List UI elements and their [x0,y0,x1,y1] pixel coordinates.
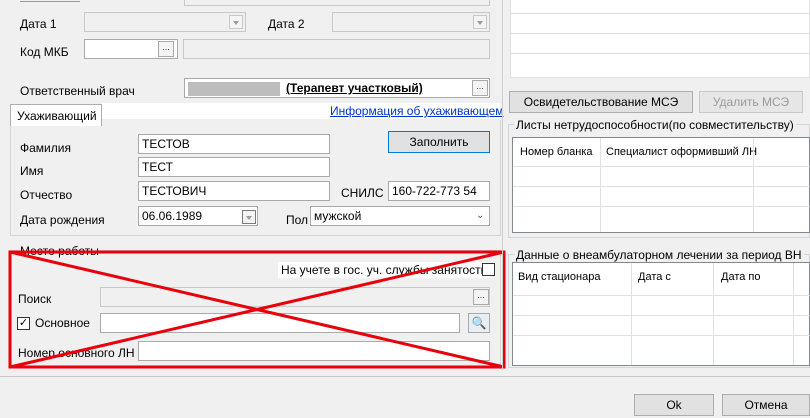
main-ln-label: Номер основного ЛН [18,346,135,360]
doctor-value: (Терапевт участковый) [286,81,423,95]
footer-divider [0,376,810,377]
main-label: Основное [35,316,90,330]
mse-exam-button[interactable]: Освидетельствование МСЭ [509,91,693,113]
patronymic-input[interactable]: ТЕСТОВИЧ [138,181,330,201]
tab-caregiver[interactable]: Ухаживающий [10,104,102,126]
date1-input[interactable] [84,12,246,32]
mkb-label: Код МКБ [20,45,69,59]
birthdate-dropdown-icon[interactable] [242,210,256,224]
search-input[interactable] [100,287,490,307]
col-inpatient-type[interactable]: Вид стационара [518,271,600,283]
col-date-to[interactable]: Дата по [721,271,761,283]
date2-dropdown-icon[interactable] [473,15,487,29]
top-right-grid [510,0,810,78]
doctor-redacted-block [188,81,280,96]
inpatient-grid[interactable]: Вид стационара Дата с Дата по [512,262,810,366]
name-label: Имя [20,164,44,178]
sex-chevron-down-icon[interactable]: ⌄ [476,210,484,221]
cancel-button[interactable]: Отмена [722,394,810,416]
surname-input[interactable]: ТЕСТОВ [138,134,330,154]
date2-input[interactable] [332,12,490,32]
edit-search-icon[interactable]: 🔍 [468,313,490,333]
date1-label: Дата 1 [20,17,57,31]
col-blank-number[interactable]: Номер бланка [520,146,593,158]
birthdate-input[interactable]: 06.06.1989 [138,206,258,226]
caregiver-info-link[interactable]: Информация об ухаживающем [330,104,504,118]
snils-input[interactable]: 160-722-773 54 [388,181,490,201]
main-checkbox[interactable]: ✓ [17,317,30,330]
date1-dropdown-icon[interactable] [229,15,243,29]
mse-delete-button[interactable]: Удалить МСЭ [699,91,803,113]
doctor-ellipsis-button[interactable]: ... [472,80,488,96]
top-right-divider [502,0,503,370]
tab-caregiver-label: Ухаживающий [17,109,97,123]
snils-label: СНИЛС [341,186,384,200]
ok-button[interactable]: Ok [634,394,714,416]
employment-checkbox[interactable] [482,263,495,276]
doctor-input[interactable]: (Терапевт участковый) [184,78,490,98]
sick-leave-group-label: Листы нетрудоспособности(по совместитель… [514,118,796,132]
search-ellipsis-button[interactable]: ... [473,289,489,305]
col-specialist[interactable]: Специалист оформивший ЛН [606,146,757,158]
surname-label: Фамилия [20,141,71,155]
patronymic-label: Отчество [20,188,73,202]
employment-label: На учете в гос. уч. службы занятости [278,262,491,278]
date2-label: Дата 2 [268,17,305,31]
name-input[interactable]: ТЕСТ [138,157,330,177]
sex-select[interactable]: мужской [310,206,490,226]
inpatient-group-label: Данные о внеамбулаторном лечении за пери… [514,248,804,262]
top-cut-label [20,0,80,2]
fill-button[interactable]: Заполнить [388,131,490,153]
col-date-from[interactable]: Дата с [638,271,671,283]
sex-label: Пол [286,213,309,227]
main-ln-input[interactable] [138,341,490,361]
mkb-description-input [183,39,490,59]
top-cut-field [184,0,490,6]
search-label: Поиск [18,292,52,306]
doctor-label: Ответственный врач [20,84,135,98]
workplace-group-label: Место работы [18,244,101,258]
mkb-ellipsis-button[interactable]: ... [158,41,174,57]
main-input[interactable] [100,313,460,333]
birthdate-label: Дата рождения [20,213,105,227]
sick-leave-grid[interactable]: Номер бланка Специалист оформивший ЛН [512,137,810,233]
